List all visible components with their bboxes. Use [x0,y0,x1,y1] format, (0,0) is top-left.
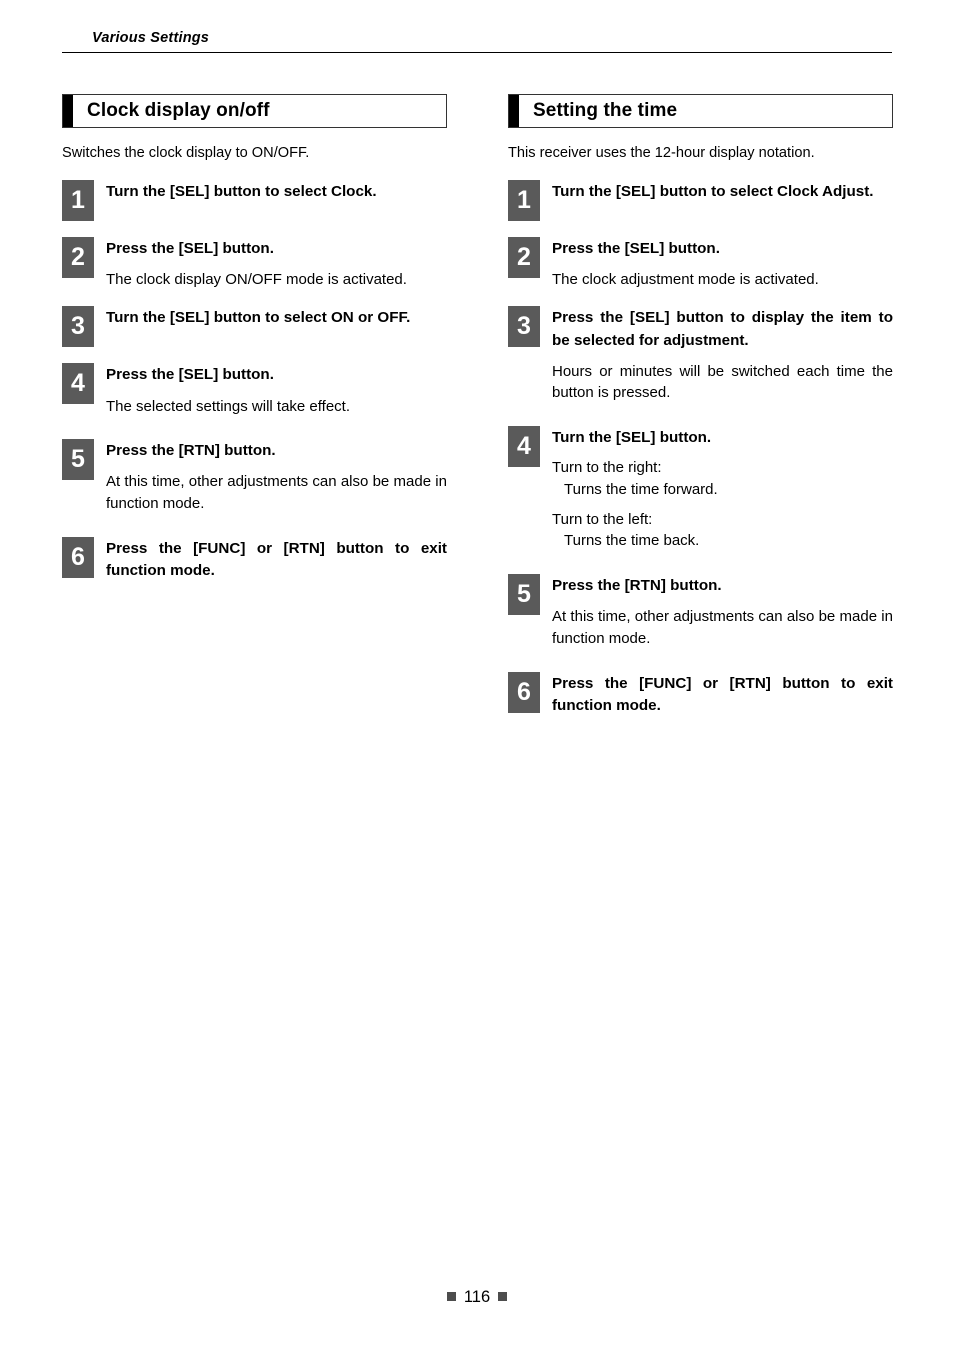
step-note: The selected settings will take effect. [106,397,351,415]
section-title-setting-time: Setting the time [508,94,893,128]
step-instruction: Press the [FUNC] or [RTN] button to exit… [106,539,447,579]
step-body: Press the [RTN] button. At this time, ot… [94,439,447,515]
step-item: 2 Press the [SEL] button. The clock adju… [508,236,893,291]
manual-page: Various Settings Clock display on/off Sw… [0,0,954,1352]
page-number: 116 [463,1288,491,1306]
step-number: 4 [508,426,540,468]
step-note: At this time, other adjustments can also… [552,608,893,647]
section-title-clock-display: Clock display on/off [62,94,447,128]
step-number: 1 [508,179,540,221]
step-number: 3 [508,306,540,348]
step-number: 3 [62,306,94,348]
step-body: Turn the [SEL] button to select ON or OF… [94,306,447,329]
step-number: 5 [508,574,540,616]
step-item: 6 Press the [FUNC] or [RTN] button to ex… [508,671,893,717]
step-item: 1 Turn the [SEL] button to select Clock … [508,179,893,221]
step-item: 6 Press the [FUNC] or [RTN] button to ex… [62,536,447,582]
header-rule [62,52,892,53]
step-instruction: Press the [SEL] button. [106,366,274,384]
step-note: The clock adjustment mode is activated. [552,270,819,288]
page-header: Various Settings [62,30,892,53]
step-note: Turn to the right: [552,459,662,477]
footer-square-left-icon [446,1292,456,1301]
step-body: Press the [SEL] button. The clock displa… [94,237,447,291]
step-body: Press the [FUNC] or [RTN] button to exit… [94,537,447,582]
step-number: 2 [62,236,94,278]
step-body: Press the [RTN] button. At this time, ot… [540,574,893,650]
step-body: Press the [FUNC] or [RTN] button to exit… [540,672,893,717]
step-instruction: Press the [RTN] button. [552,577,722,595]
step-note: Turns the time back. [564,532,700,550]
step-body: Turn the [SEL] button to select Clock. [94,180,447,203]
step-body: Press the [SEL] button. The selected set… [94,363,447,417]
section-title-accent-bar [509,95,519,127]
section-intro: Switches the clock display to ON/OFF. [62,145,310,161]
section-clock-display: Clock display on/off Switches the clock … [62,94,447,582]
step-note: At this time, other adjustments can also… [106,473,447,513]
page-footer: 116 [0,1288,954,1307]
step-number: 6 [62,536,94,578]
step-note: Turn to the left: [552,510,653,528]
step-item: 5 Press the [RTN] button. At this time, … [62,439,447,515]
section-title-text: Clock display on/off [87,100,270,121]
step-instruction: Turn the [SEL] button to select ON or OF… [106,309,411,327]
running-title: Various Settings [92,30,210,46]
step-body: Press the [SEL] button. The clock adjust… [540,237,893,291]
step-number: 4 [62,363,94,405]
step-instruction: Turn the [SEL] button to select Clock Ad… [552,182,874,200]
section-intro: This receiver uses the 12-hour display n… [508,145,815,161]
step-note: Hours or minutes will be switched each t… [552,362,893,402]
step-instruction: Press the [FUNC] or [RTN] button to exit… [552,674,893,714]
step-instruction: Press the [RTN] button. [106,442,276,460]
step-number: 5 [62,439,94,481]
step-instruction: Press the [SEL] button. [106,239,274,257]
step-instruction: Turn the [SEL] button. [552,429,712,447]
step-item: 5 Press the [RTN] button. At this time, … [508,574,893,650]
step-item: 4 Turn the [SEL] button. Turn to the rig… [508,426,893,552]
step-item: 2 Press the [SEL] button. The clock disp… [62,236,447,291]
step-body: Press the [SEL] button to display the it… [540,306,893,404]
step-instruction: Turn the [SEL] button to select Clock. [106,182,377,200]
step-item: 1 Turn the [SEL] button to select Clock. [62,179,447,221]
section-title-text: Setting the time [533,100,678,121]
step-item: 3 Press the [SEL] button to display the … [508,306,893,404]
section-title-accent-bar [63,95,73,127]
step-instruction: Press the [SEL] button. [552,239,720,257]
step-item: 4 Press the [SEL] button. The selected s… [62,363,447,417]
step-body: Turn the [SEL] button to select Clock Ad… [540,180,893,203]
section-setting-the-time: Setting the time This receiver uses the … [508,94,893,717]
step-instruction: Press the [SEL] button to display the it… [552,309,893,349]
step-item: 3 Turn the [SEL] button to select ON or … [62,306,447,348]
step-note: The clock display ON/OFF mode is activat… [106,270,407,288]
footer-square-right-icon [498,1292,508,1301]
step-note: Turns the time forward. [564,480,718,498]
step-body: Turn the [SEL] button. Turn to the right… [540,426,893,552]
step-number: 6 [508,671,540,713]
step-number: 1 [62,179,94,221]
step-number: 2 [508,236,540,278]
